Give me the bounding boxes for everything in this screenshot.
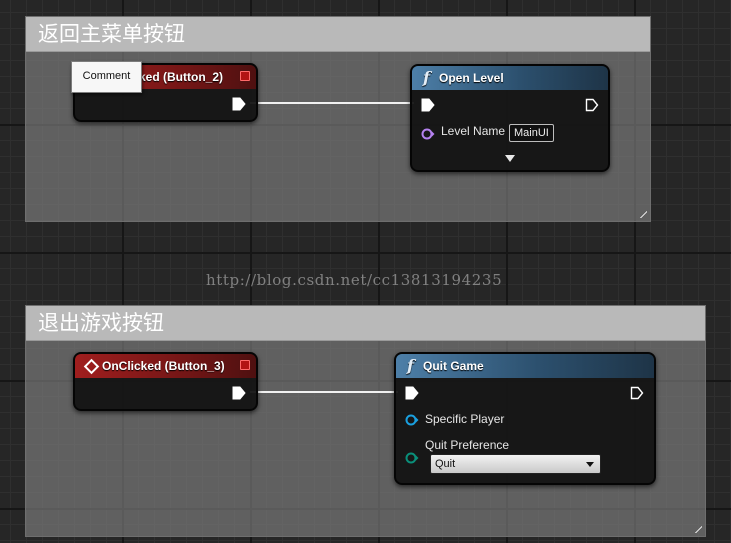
level-name-input[interactable]: MainUI	[509, 124, 554, 142]
watermark: http://blog.csdn.net/cc13813194235	[206, 271, 503, 289]
node-title: Quit Game	[423, 359, 484, 373]
pin-label-level-name: Level Name	[441, 124, 506, 138]
exec-wire	[250, 102, 414, 104]
enum-pin-icon[interactable]	[405, 451, 419, 465]
event-node-onclicked-button-3[interactable]: OnClicked (Button_3)	[73, 352, 258, 411]
quit-preference-dropdown[interactable]: Quit	[430, 454, 601, 474]
object-pin-icon[interactable]	[421, 127, 435, 141]
exec-output-pin-icon[interactable]	[630, 386, 644, 400]
delegate-pin-icon[interactable]	[240, 360, 250, 370]
comment-title[interactable]: 退出游戏按钮	[26, 306, 705, 341]
dropdown-value: Quit	[435, 458, 456, 470]
function-node-quit-game[interactable]: f Quit Game Specific Player Quit Prefere…	[394, 352, 656, 485]
function-f-icon: f	[407, 356, 414, 375]
pin-label-quit-preference: Quit Preference	[425, 438, 510, 452]
node-header: f Quit Game	[396, 354, 654, 378]
node-title: ked (Button_2)	[139, 70, 223, 84]
function-f-icon: f	[423, 68, 430, 87]
resize-grip-icon[interactable]	[635, 206, 647, 218]
exec-output-pin-icon[interactable]	[232, 97, 246, 111]
comment-title[interactable]: 返回主菜单按钮	[26, 17, 650, 52]
pin-label-specific-player: Specific Player	[425, 412, 505, 426]
delegate-pin-icon[interactable]	[240, 71, 250, 81]
comment-tooltip: Comment	[71, 61, 142, 93]
expand-advanced-icon[interactable]	[505, 155, 515, 162]
node-header: OnClicked (Button_3)	[75, 354, 256, 378]
player-pin-icon[interactable]	[405, 413, 419, 427]
exec-wire	[250, 391, 398, 393]
resize-grip-icon[interactable]	[690, 521, 702, 533]
exec-input-pin-icon[interactable]	[405, 386, 419, 400]
node-title: Open Level	[439, 71, 504, 85]
exec-output-pin-icon[interactable]	[585, 98, 599, 112]
exec-input-pin-icon[interactable]	[421, 98, 435, 112]
chevron-down-icon	[586, 462, 594, 467]
event-diamond-icon	[83, 358, 100, 375]
node-title: OnClicked (Button_3)	[102, 359, 225, 373]
function-node-open-level[interactable]: f Open Level Level Name MainUI	[410, 64, 610, 172]
node-header: f Open Level	[412, 66, 608, 90]
exec-output-pin-icon[interactable]	[232, 386, 246, 400]
